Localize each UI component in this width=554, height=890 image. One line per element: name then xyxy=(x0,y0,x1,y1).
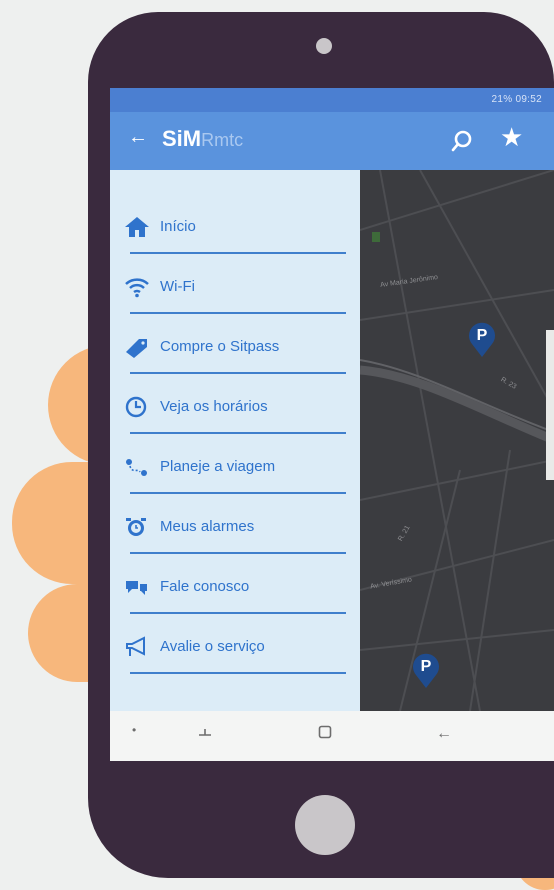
app-bar: ← SiMRmtc ★ xyxy=(110,112,554,170)
back-nav-icon[interactable]: ← xyxy=(436,725,452,743)
system-nav-bar: • ← xyxy=(110,711,554,761)
map-view[interactable]: Av Maria Jerônimo R. 23 R. 21 Av. Veríss… xyxy=(359,169,554,712)
drawer-item-avalie-servico[interactable]: Avalie o serviço xyxy=(120,614,346,674)
recents-icon[interactable] xyxy=(198,725,212,744)
parking-marker[interactable]: P xyxy=(412,653,440,689)
status-text: 21% 09:52 xyxy=(491,94,542,105)
app-logo: SiMRmtc xyxy=(162,126,243,152)
ticket-icon xyxy=(124,336,150,358)
clock-icon xyxy=(124,396,150,418)
drawer-item-planeje-viagem[interactable]: Planeje a viagem xyxy=(120,434,346,494)
home-icon xyxy=(124,216,150,238)
drawer-item-label: Avalie o serviço xyxy=(160,638,265,655)
drawer-item-label: Fale conosco xyxy=(160,578,250,595)
drawer-item-label: Veja os horários xyxy=(160,398,268,415)
phone-screen: 21% 09:52 ← SiMRmtc ★ Av Maria Jerônimo … xyxy=(110,88,554,761)
status-bar: 21% 09:52 xyxy=(110,88,554,112)
drawer-item-label: Planeje a viagem xyxy=(160,458,276,475)
drawer-item-meus-alarmes[interactable]: Meus alarmes xyxy=(120,494,346,554)
drawer-item-horarios[interactable]: Veja os horários xyxy=(120,374,346,434)
route-icon xyxy=(124,456,150,478)
star-icon[interactable]: ★ xyxy=(500,122,523,153)
drawer-item-label: Compre o Sitpass xyxy=(160,338,280,355)
search-icon[interactable] xyxy=(450,129,474,158)
logo-sub: Rmtc xyxy=(201,130,244,150)
megaphone-icon xyxy=(124,636,150,658)
alarm-icon xyxy=(124,516,150,538)
drawer-item-label: Meus alarmes xyxy=(160,518,255,535)
home-square-icon[interactable] xyxy=(318,725,332,744)
wifi-icon xyxy=(124,276,150,298)
drawer-item-label: Início xyxy=(160,218,196,235)
logo-main: SiM xyxy=(162,126,202,151)
drawer-item-wifi[interactable]: Wi-Fi xyxy=(120,254,346,314)
parking-marker[interactable]: P xyxy=(468,322,496,358)
front-camera xyxy=(316,38,332,54)
chat-icon xyxy=(124,576,150,598)
drawer-item-fale-conosco[interactable]: Fale conosco xyxy=(120,554,346,614)
parking-label: P xyxy=(420,658,432,675)
divider xyxy=(130,672,346,674)
drawer-item-label: Wi-Fi xyxy=(160,278,195,295)
drawer-item-inicio[interactable]: Início xyxy=(120,194,346,254)
back-arrow-icon[interactable]: ← xyxy=(128,126,148,149)
dot-icon: • xyxy=(132,723,137,737)
home-button[interactable] xyxy=(295,795,355,855)
drawer-item-compre-sitpass[interactable]: Compre o Sitpass xyxy=(120,314,346,374)
parking-label: P xyxy=(476,327,488,344)
navigation-drawer: Início Wi-Fi Compre o Sitpass Veja os ho… xyxy=(110,170,360,711)
